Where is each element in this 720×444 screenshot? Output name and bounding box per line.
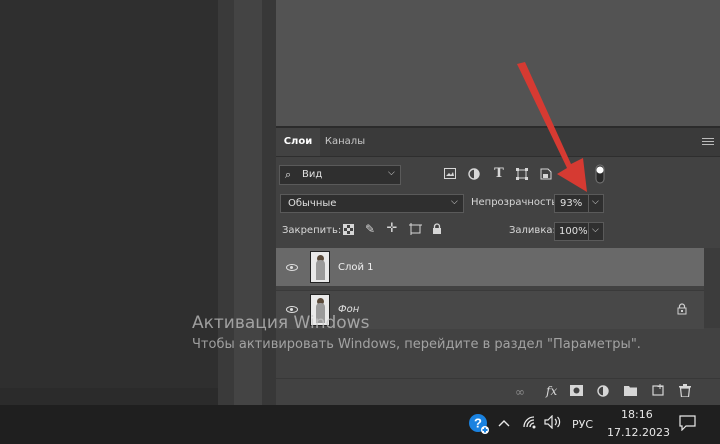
activation-watermark-subtitle: Чтобы активировать Windows, перейдите в … — [192, 337, 641, 352]
chevron-down-icon[interactable]: ⌵ — [592, 225, 599, 235]
language-indicator[interactable]: РУС — [572, 418, 593, 431]
visibility-eye-icon[interactable] — [286, 264, 298, 271]
layer-name[interactable]: Слой 1 — [338, 262, 374, 273]
blend-mode-value: Обычные — [288, 198, 337, 209]
lock-transparent-icon[interactable] — [342, 224, 354, 239]
layers-scrollbar[interactable] — [704, 248, 720, 328]
annotation-arrow — [517, 62, 587, 192]
blend-mode-select[interactable]: Обычные ⌵ — [280, 194, 464, 213]
layers-bottom-bar: ∞ fx — [276, 378, 720, 406]
fill-value: 100% — [559, 226, 588, 237]
search-icon: ⌕ — [285, 168, 292, 181]
chevron-down-icon: ⌵ — [451, 197, 458, 207]
lock-move-icon[interactable]: ✛ — [386, 222, 398, 236]
fill-label: Заливка: — [509, 225, 556, 236]
clock-date[interactable]: 17.12.2023 — [607, 426, 670, 439]
canvas-area[interactable] — [0, 0, 218, 388]
lock-label: Закрепить: — [282, 225, 342, 236]
layer-row-layer1[interactable]: Слой 1 — [276, 248, 704, 286]
svg-text:?: ? — [474, 416, 482, 431]
fill-field[interactable]: 100% ⌵ — [554, 222, 604, 241]
windows-taskbar: ? РУС 18:16 17.12.2023 — [0, 405, 720, 444]
adjustment-filter-icon[interactable] — [467, 168, 481, 184]
filter-label: Вид — [302, 169, 323, 180]
add-mask-icon[interactable] — [570, 385, 583, 399]
fx-icon[interactable]: fx — [546, 384, 557, 398]
panel-menu-icon[interactable] — [702, 138, 714, 148]
lock-icon — [677, 303, 687, 318]
help-icon[interactable]: ? — [468, 413, 490, 439]
chevron-up-icon[interactable] — [498, 416, 510, 431]
visibility-eye-icon[interactable] — [286, 306, 298, 313]
lock-paint-icon[interactable]: ✎ — [364, 222, 376, 236]
lock-all-icon[interactable] — [431, 223, 443, 239]
layer-thumbnail — [310, 251, 330, 283]
link-layers-icon[interactable]: ∞ — [515, 385, 525, 399]
layer-filter-select[interactable]: ⌕ Вид ⌵ — [279, 165, 401, 185]
new-layer-icon[interactable] — [652, 384, 664, 399]
tab-channels[interactable]: Каналы — [322, 128, 368, 156]
image-filter-icon[interactable] — [443, 168, 457, 183]
lock-artboard-icon[interactable] — [408, 223, 422, 239]
new-group-icon[interactable] — [624, 385, 637, 399]
volume-icon[interactable] — [544, 414, 562, 433]
notification-icon[interactable] — [679, 415, 696, 435]
tab-layers[interactable]: Слои — [276, 128, 320, 156]
layers-tabbar: Слои Каналы — [276, 128, 720, 157]
delete-icon[interactable] — [679, 384, 691, 400]
type-filter-icon[interactable]: T — [492, 167, 506, 181]
activation-watermark-title: Активация Windows — [192, 313, 370, 333]
chevron-down-icon: ⌵ — [388, 168, 395, 178]
adjustment-layer-icon[interactable] — [597, 385, 609, 400]
upper-panel — [276, 0, 720, 126]
wifi-icon[interactable] — [522, 415, 538, 433]
clock-time[interactable]: 18:16 — [621, 408, 653, 421]
